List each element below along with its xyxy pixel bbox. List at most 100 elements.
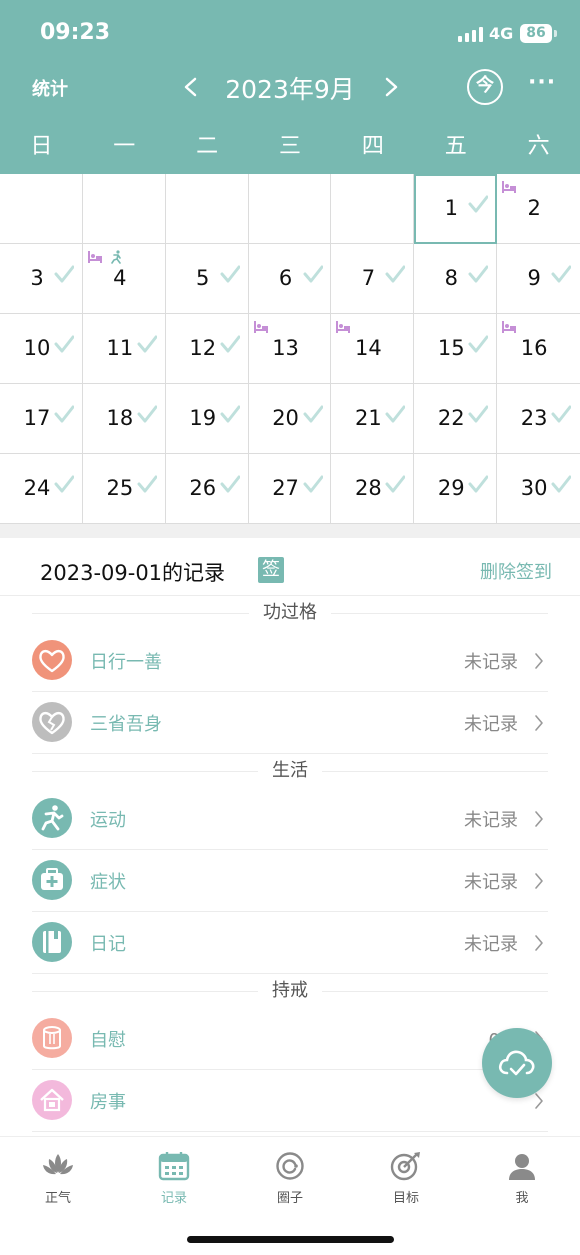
tab-goal[interactable]: 目标: [356, 1151, 456, 1206]
calendar-day[interactable]: 23: [497, 384, 580, 454]
calendar-day[interactable]: 6: [248, 244, 332, 314]
tab-zhengqi[interactable]: 正气: [8, 1151, 108, 1206]
chevron-right-icon: [535, 715, 543, 731]
battery-icon: 86: [520, 24, 552, 43]
calendar-day[interactable]: 20: [248, 384, 332, 454]
record-item[interactable]: 房事: [32, 1070, 548, 1132]
calendar-day[interactable]: 9: [497, 244, 580, 314]
home-indicator: [187, 1236, 394, 1243]
calendar-day[interactable]: 26: [165, 454, 249, 524]
check-icon: [54, 335, 74, 353]
bed-icon: [336, 321, 351, 333]
tab-label: 圈子: [276, 1191, 303, 1206]
calendar-day[interactable]: 4: [82, 244, 166, 314]
record-item[interactable]: 三省吾身 未记录: [32, 692, 548, 754]
check-icon: [54, 265, 74, 283]
next-month-icon[interactable]: [382, 70, 402, 104]
day-number: 13: [272, 336, 299, 360]
tab-circle[interactable]: 圈子: [240, 1151, 340, 1206]
calendar-empty-cell: [248, 174, 332, 244]
record-item[interactable]: 日行一善 未记录: [32, 630, 548, 692]
item-label: 运动: [90, 810, 126, 831]
tab-me[interactable]: 我: [472, 1151, 572, 1206]
calendar-day[interactable]: 2: [497, 174, 580, 244]
check-icon: [303, 475, 323, 493]
section-separator: [0, 524, 580, 538]
item-label: 日行一善: [90, 652, 162, 673]
weekday-label: 四: [361, 134, 384, 159]
calendar-day[interactable]: 16: [497, 314, 580, 384]
item-icon-badge: [32, 640, 72, 680]
section-title: 持戒: [0, 974, 580, 1008]
check-icon: [468, 405, 489, 423]
check-icon: [468, 195, 489, 213]
check-icon: [54, 405, 74, 423]
item-label: 房事: [90, 1092, 126, 1113]
section-title-label: 生活: [258, 760, 322, 781]
weekday-label: 日: [30, 134, 53, 159]
cloud-check-icon: [498, 1050, 535, 1076]
calendar-day[interactable]: 5: [165, 244, 249, 314]
target-icon: [390, 1152, 420, 1181]
calendar-day[interactable]: 25: [82, 454, 166, 524]
delete-sign-button[interactable]: 删除签到: [480, 558, 552, 584]
calendar-day[interactable]: 24: [0, 454, 83, 524]
section-title-label: 持戒: [258, 980, 322, 1001]
record-item[interactable]: 运动 未记录: [32, 788, 548, 850]
item-icon-badge: [32, 1018, 72, 1058]
status-time: 09:23: [40, 20, 111, 45]
calendar-day[interactable]: 30: [497, 454, 580, 524]
record-header: 2023-09-01的记录 签 删除签到: [0, 538, 580, 596]
running-icon: [111, 250, 121, 264]
bed-icon: [253, 321, 268, 333]
check-icon: [551, 265, 572, 283]
check-icon: [468, 335, 489, 353]
check-icon: [385, 475, 406, 493]
weekday-label: 三: [279, 134, 302, 159]
calendar-day[interactable]: 3: [0, 244, 83, 314]
calendar-day[interactable]: 15: [414, 314, 498, 384]
calendar-day[interactable]: 13: [248, 314, 332, 384]
more-button[interactable]: ···: [528, 70, 556, 95]
section-title: 功过格: [0, 596, 580, 630]
calendar-day[interactable]: 7: [331, 244, 415, 314]
day-number: 16: [520, 336, 548, 360]
calendar-day[interactable]: 11: [82, 314, 166, 384]
check-icon: [220, 265, 240, 283]
book-icon: [43, 931, 61, 953]
check-icon: [220, 335, 240, 353]
weekday-label: 一: [113, 134, 136, 159]
prev-month-icon[interactable]: [180, 70, 200, 104]
stats-button[interactable]: 统计: [32, 75, 68, 101]
calendar-day[interactable]: 28: [331, 454, 415, 524]
calendar-day[interactable]: 8: [414, 244, 498, 314]
calendar-day[interactable]: 1: [414, 174, 498, 244]
check-icon: [220, 405, 240, 423]
tab-record[interactable]: 记录: [124, 1151, 224, 1206]
calendar-day[interactable]: 12: [165, 314, 249, 384]
calendar-day[interactable]: 14: [331, 314, 415, 384]
record-item[interactable]: 日记 未记录: [32, 912, 548, 974]
cloud-sync-button[interactable]: [482, 1028, 552, 1098]
item-status: 未记录: [464, 714, 518, 735]
day-number: 4: [113, 266, 127, 290]
check-icon: [137, 335, 157, 353]
item-status: 未记录: [464, 810, 518, 831]
item-icon-badge: [32, 922, 72, 962]
month-title[interactable]: 2023年9月: [210, 70, 370, 106]
chevron-right-icon: [535, 811, 543, 827]
check-icon: [385, 405, 406, 423]
weekday-row: 日 一 二 三 四 五 六: [0, 128, 580, 164]
today-button[interactable]: 今: [467, 69, 503, 105]
calendar-day[interactable]: 29: [414, 454, 498, 524]
record-item[interactable]: 自慰0次: [32, 1008, 548, 1070]
calendar-day[interactable]: 22: [414, 384, 498, 454]
calendar-day[interactable]: 21: [331, 384, 415, 454]
user-icon: [509, 1154, 535, 1180]
calendar-day[interactable]: 17: [0, 384, 83, 454]
calendar-day[interactable]: 19: [165, 384, 249, 454]
calendar-day[interactable]: 10: [0, 314, 83, 384]
record-item[interactable]: 症状 未记录: [32, 850, 548, 912]
calendar-day[interactable]: 27: [248, 454, 332, 524]
calendar-day[interactable]: 18: [82, 384, 166, 454]
